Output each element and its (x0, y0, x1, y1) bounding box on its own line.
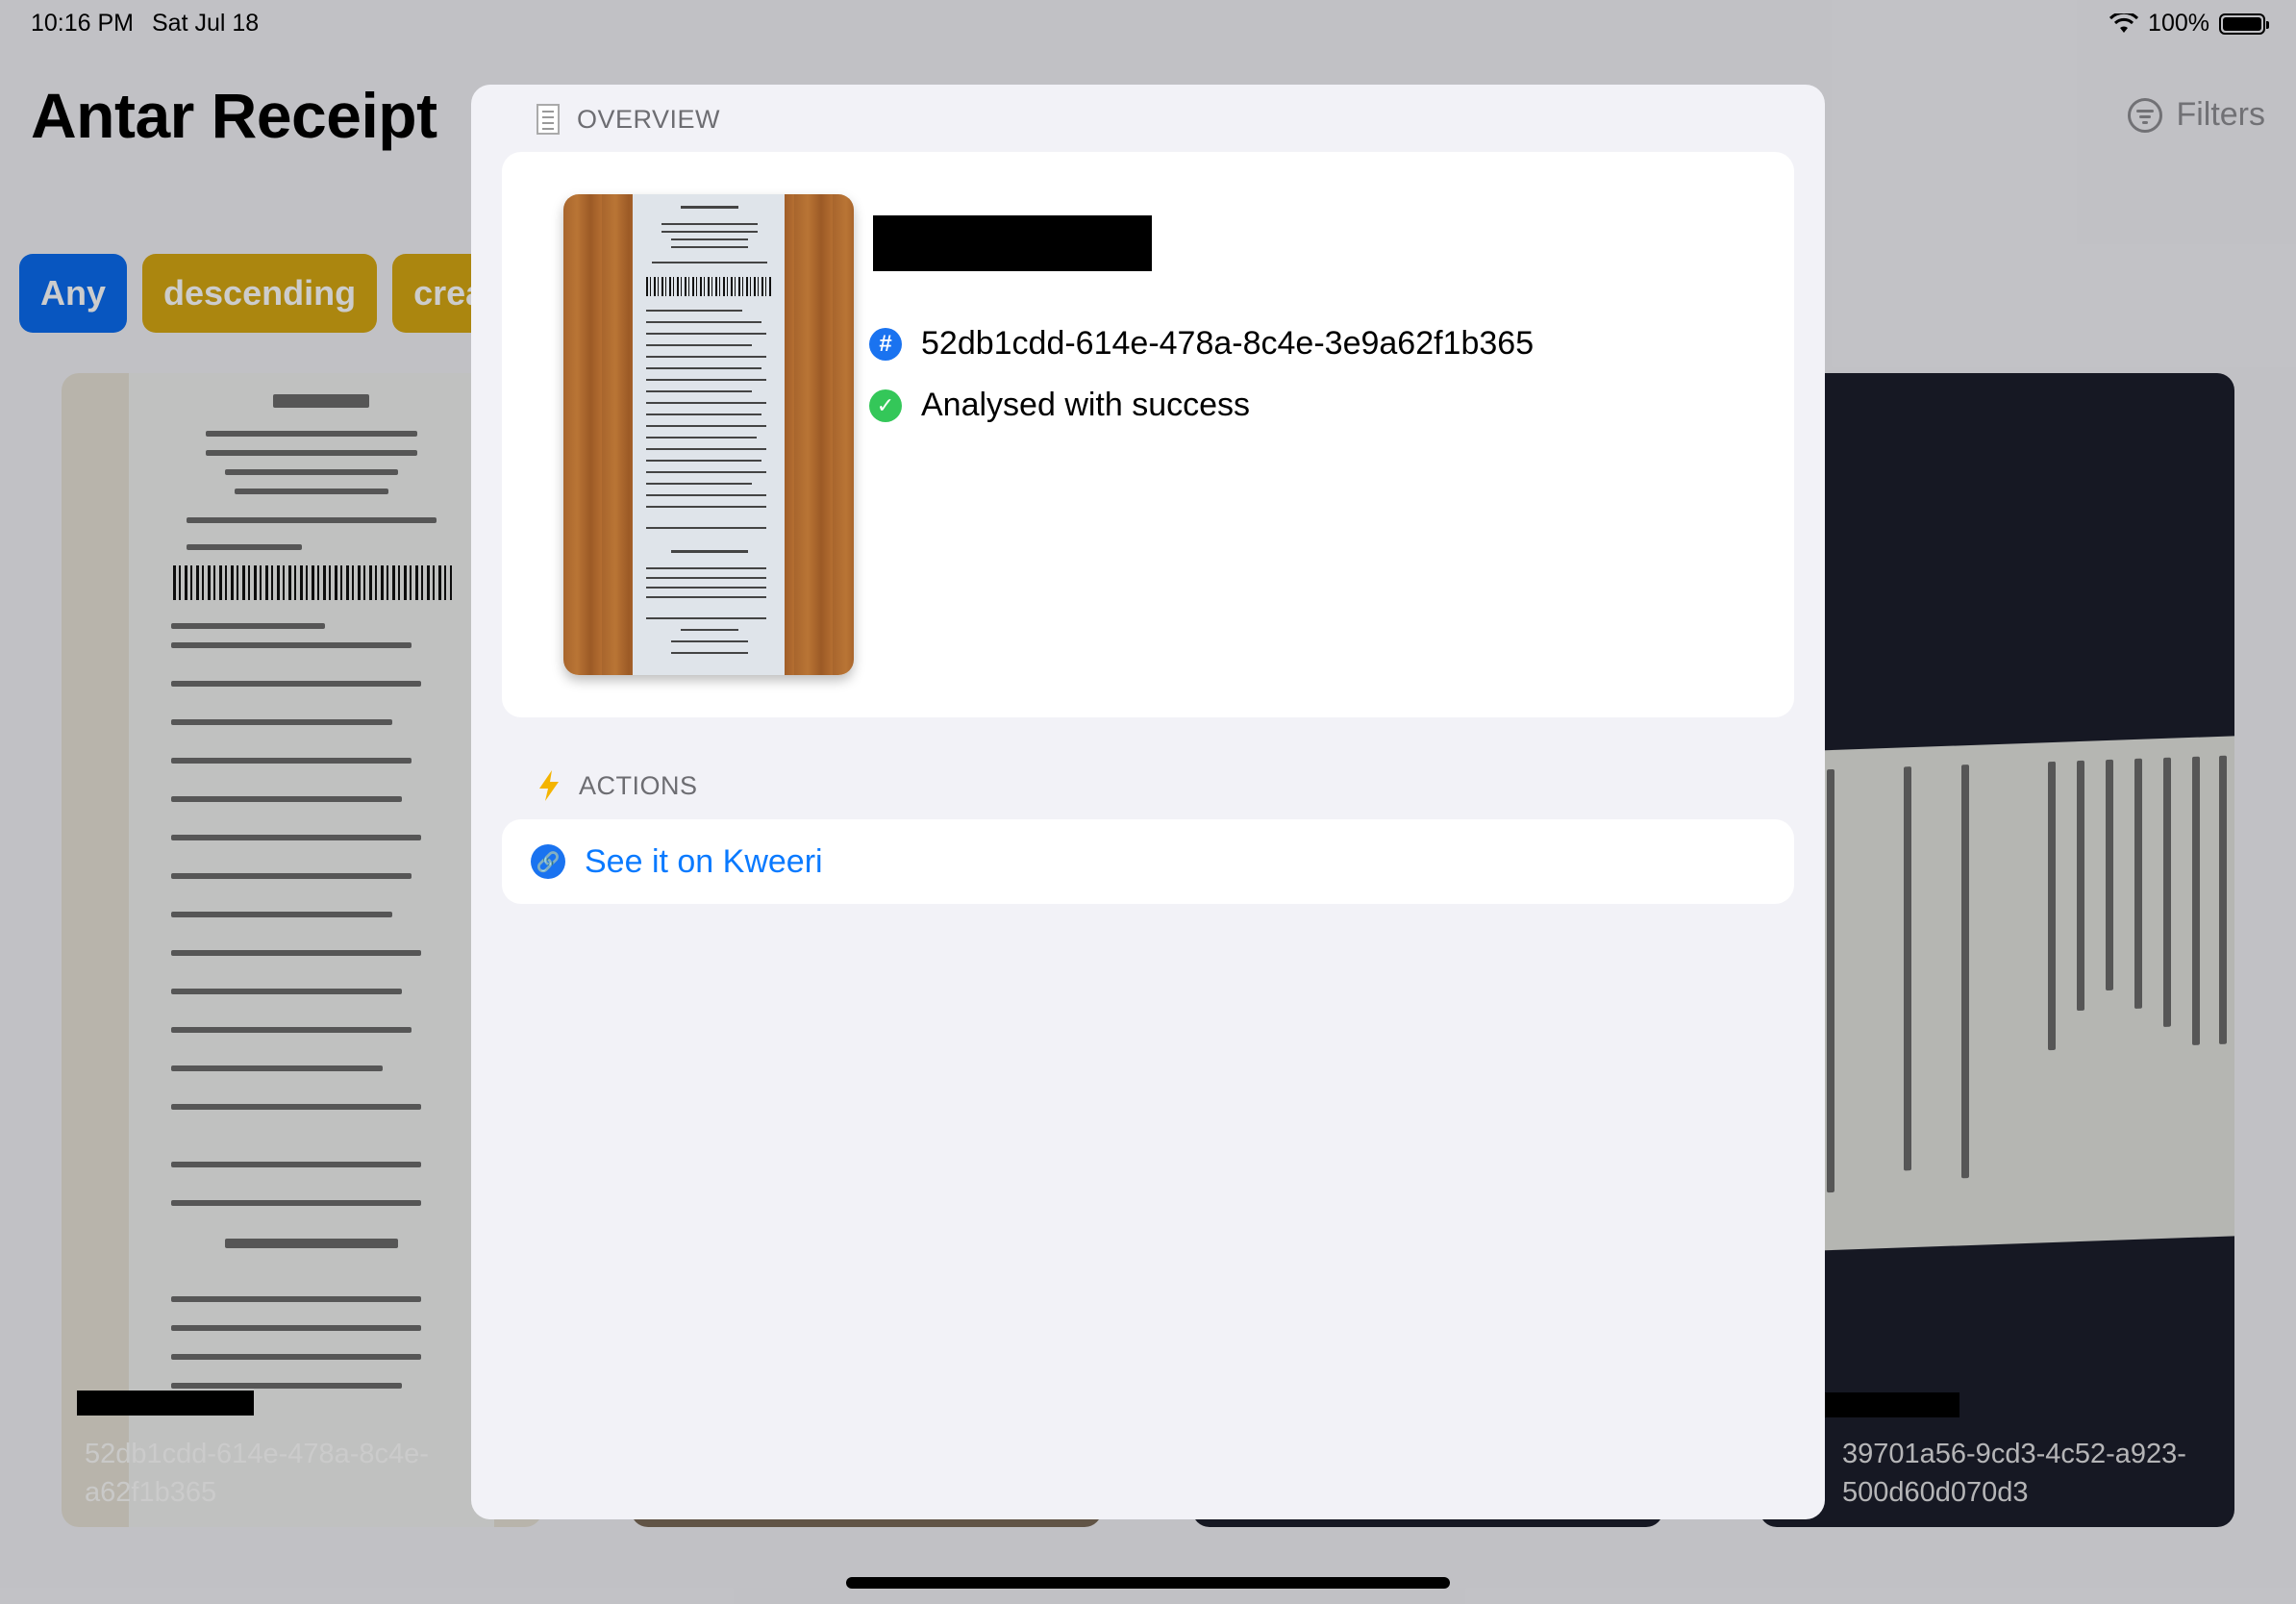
receipt-thumbnail[interactable] (563, 194, 854, 675)
receipt-title-redacted (873, 215, 1152, 271)
actions-group: 🔗 See it on Kweeri (502, 819, 1794, 904)
hash-icon: # (869, 327, 902, 361)
receipt-id: 52db1cdd-614e-478a-8c4e-3e9a62f1b365 (921, 325, 1535, 362)
overview-group: # 52db1cdd-614e-478a-8c4e-3e9a62f1b365 ✓… (502, 152, 1794, 717)
receipt-id-row: # 52db1cdd-614e-478a-8c4e-3e9a62f1b365 (869, 325, 1534, 363)
home-indicator (846, 1577, 1450, 1589)
checkmark-icon: ✓ (869, 388, 902, 422)
overview-header-label: OVERVIEW (577, 104, 721, 134)
receipt-icon (537, 104, 560, 135)
bolt-icon (539, 770, 559, 801)
overview-header: OVERVIEW (537, 104, 720, 135)
receipt-detail-sheet: OVERVIEW # 52db1cdd-614e-478a-8c4e-3e9a6… (471, 85, 1825, 1519)
actions-header-label: ACTIONS (579, 770, 698, 800)
link-icon: 🔗 (531, 844, 565, 879)
status-text: Analysed with success (921, 387, 1251, 423)
see-on-kweeri-label: See it on Kweeri (585, 842, 823, 880)
see-on-kweeri-link[interactable]: 🔗 See it on Kweeri (502, 819, 1794, 904)
status-row: ✓ Analysed with success (869, 387, 1250, 424)
actions-header: ACTIONS (537, 769, 698, 802)
